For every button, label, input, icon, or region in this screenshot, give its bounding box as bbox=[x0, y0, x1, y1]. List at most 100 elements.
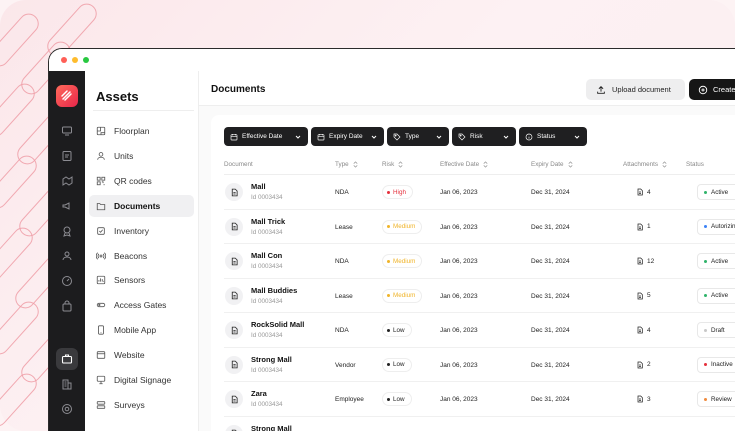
filter-type[interactable]: Type bbox=[387, 127, 449, 146]
sidebar-item-inventory[interactable]: Inventory bbox=[89, 220, 194, 242]
attachments-count[interactable]: 3 bbox=[636, 395, 651, 403]
document-icon-badge bbox=[225, 321, 243, 339]
minimize-window-dot[interactable] bbox=[72, 57, 78, 63]
document-type: NDA bbox=[335, 189, 349, 196]
sidebar-item-beacons[interactable]: Beacons bbox=[89, 245, 194, 267]
chevron-down-icon bbox=[295, 135, 301, 139]
rail-document-icon[interactable] bbox=[59, 148, 75, 164]
filter-effective-date[interactable]: Effective Date bbox=[224, 127, 308, 146]
risk-label: Medium bbox=[393, 223, 416, 230]
document-id: Id 0003434 bbox=[251, 366, 283, 374]
attachments-value: 1 bbox=[647, 223, 651, 230]
rail-dashboard-icon[interactable] bbox=[59, 273, 75, 289]
attachments-value: 12 bbox=[647, 257, 655, 265]
sort-icon bbox=[353, 160, 358, 168]
document-name[interactable]: Mall Con bbox=[251, 251, 282, 260]
filter-expiry-date[interactable]: Expiry Date bbox=[311, 127, 384, 146]
rail-megaphone-icon[interactable] bbox=[59, 198, 75, 214]
table-row[interactable]: Mall Trick Id 0003434 Lease Medium Jan 06… bbox=[224, 210, 735, 244]
sort-icon bbox=[483, 160, 488, 168]
sidebar-item-access-gates[interactable]: Access Gates bbox=[89, 294, 194, 316]
column-header-risk[interactable]: Risk bbox=[382, 158, 404, 170]
risk-badge: Low bbox=[382, 357, 412, 372]
document-icon bbox=[231, 360, 238, 369]
rail-bag-icon[interactable] bbox=[59, 298, 75, 314]
rail-badge-icon[interactable] bbox=[59, 223, 75, 239]
survey-icon bbox=[96, 401, 106, 409]
table-row[interactable]: Strong Mall Id 0003434 Vendor Low Jan 06,… bbox=[224, 348, 735, 382]
website-icon bbox=[96, 351, 106, 359]
sidebar-item-surveys[interactable]: Surveys bbox=[89, 394, 194, 416]
table-row[interactable]: Mall Con Id 0003434 NDA Medium Jan 06, 20… bbox=[224, 244, 735, 279]
effective-date: Jan 06, 2023 bbox=[440, 223, 478, 231]
sidebar-item-label: Surveys bbox=[114, 399, 145, 410]
table-row[interactable]: Mall Id 0003434 NDA High Jan 06, 2023 Dec… bbox=[224, 175, 735, 210]
rail-assets-icon[interactable] bbox=[56, 348, 78, 370]
attachment-icon bbox=[637, 223, 643, 230]
attachment-icon bbox=[637, 326, 643, 334]
attachments-value: 3 bbox=[647, 395, 651, 403]
attachments-count[interactable]: 4 bbox=[636, 188, 651, 196]
chevron-down-icon bbox=[371, 135, 377, 139]
status-label: Active bbox=[711, 292, 729, 299]
risk-badge: Low bbox=[382, 392, 412, 406]
sidebar-item-units[interactable]: Units bbox=[89, 145, 194, 167]
table-row[interactable]: Mall Buddies Id 0003434 Lease Medium Jan … bbox=[224, 279, 735, 313]
attachments-count[interactable]: 1 bbox=[636, 223, 651, 231]
document-name[interactable]: Strong Mall bbox=[251, 355, 292, 364]
maximize-window-dot[interactable] bbox=[83, 57, 89, 63]
close-window-dot[interactable] bbox=[61, 57, 67, 63]
rail-users-icon[interactable] bbox=[59, 248, 75, 264]
rail-desk-icon[interactable] bbox=[59, 123, 75, 139]
document-icon bbox=[231, 326, 238, 334]
documents-table-card: Effective Date Expiry Date Type Risk Status … bbox=[211, 115, 735, 431]
table-row[interactable]: Strong Mall bbox=[224, 417, 735, 431]
document-name[interactable]: Mall bbox=[251, 182, 266, 191]
effective-date: Jan 06, 2023 bbox=[440, 189, 478, 196]
attachments-count[interactable]: 2 bbox=[636, 361, 651, 369]
folder-icon bbox=[96, 202, 106, 210]
document-name[interactable]: Zara bbox=[251, 389, 267, 398]
sidebar-item-documents[interactable]: Documents bbox=[89, 194, 194, 217]
sidebar-item-mobile-app[interactable]: Mobile App bbox=[89, 319, 194, 341]
document-name[interactable]: RockSolid Mall bbox=[251, 320, 304, 329]
icon-rail bbox=[49, 71, 85, 431]
risk-label: Medium bbox=[393, 257, 416, 265]
attachments-count[interactable]: 5 bbox=[636, 292, 651, 300]
attachments-count[interactable]: 4 bbox=[636, 326, 651, 334]
rail-settings-icon[interactable] bbox=[59, 401, 75, 417]
info-icon bbox=[525, 133, 533, 140]
decorative-shape bbox=[0, 297, 43, 359]
column-header-attachments[interactable]: Attachments bbox=[623, 158, 668, 170]
sidebar-item-digital-signage[interactable]: Digital Signage bbox=[89, 369, 194, 391]
create-button[interactable]: Create bbox=[689, 79, 735, 100]
table-row[interactable]: Zara Id 0003434 Employee Low Jan 06, 2023… bbox=[224, 382, 735, 417]
app-window: Assets Floorplan Units QR codes Documents In… bbox=[48, 48, 735, 431]
units-icon bbox=[97, 151, 105, 160]
table-row[interactable]: RockSolid Mall Id 0003434 NDA Low Jan 06,… bbox=[224, 313, 735, 348]
rail-building-icon[interactable] bbox=[59, 376, 75, 392]
filter-risk[interactable]: Risk bbox=[452, 127, 516, 146]
risk-badge: High bbox=[382, 185, 413, 199]
column-header-effective-date[interactable]: Effective Date bbox=[440, 158, 489, 170]
upload-document-button[interactable]: Upload document bbox=[586, 79, 685, 100]
document-icon-badge bbox=[225, 252, 243, 270]
sidebar-item-label: Access Gates bbox=[114, 300, 167, 311]
sidebar-item-website[interactable]: Website bbox=[89, 344, 194, 366]
document-name[interactable]: Strong Mall bbox=[251, 424, 292, 431]
column-header-expiry-date[interactable]: Expiry Date bbox=[531, 158, 574, 170]
sidebar-item-qr-codes[interactable]: QR codes bbox=[89, 170, 194, 192]
sidebar-item-floorplan[interactable]: Floorplan bbox=[89, 120, 194, 142]
calendar-icon bbox=[230, 133, 238, 140]
sidebar-item-label: Beacons bbox=[114, 250, 148, 261]
document-name[interactable]: Mall Buddies bbox=[251, 286, 297, 295]
column-header-type[interactable]: Type bbox=[335, 158, 359, 170]
attachments-count[interactable]: 12 bbox=[636, 257, 654, 265]
attachments-value: 4 bbox=[647, 326, 651, 334]
rail-map-icon[interactable] bbox=[59, 173, 75, 189]
document-name[interactable]: Mall Trick bbox=[251, 217, 285, 226]
sidebar-item-sensors[interactable]: Sensors bbox=[89, 269, 194, 291]
app-logo[interactable] bbox=[56, 85, 78, 107]
filter-status[interactable]: Status bbox=[519, 127, 587, 146]
upload-icon bbox=[597, 85, 605, 94]
